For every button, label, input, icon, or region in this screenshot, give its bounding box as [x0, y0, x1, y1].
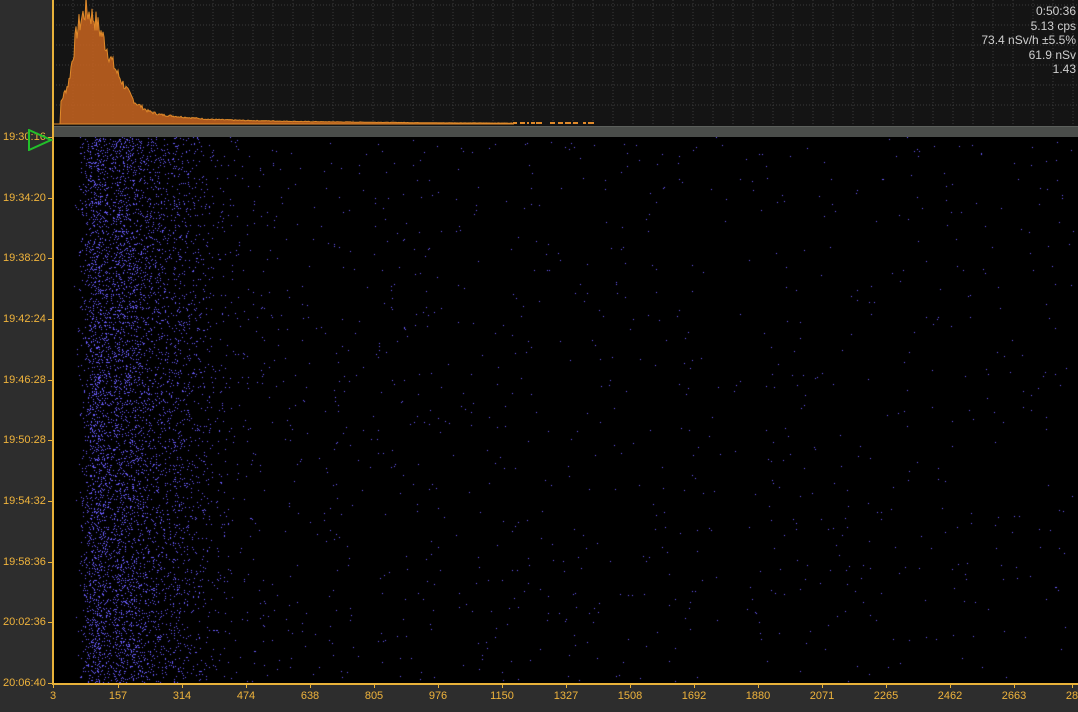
- left-gutter: [0, 0, 53, 712]
- time-label: 19:54:32: [3, 495, 46, 507]
- energy-tick: [566, 684, 567, 688]
- time-label: 20:02:36: [3, 616, 46, 629]
- waterfall-canvas: [53, 137, 1078, 683]
- energy-label: 1508: [617, 690, 643, 702]
- spectrum-bin: [514, 122, 516, 124]
- time-tick: [48, 197, 52, 199]
- time-label: 19:38:20: [3, 252, 46, 265]
- spectrum-bin: [584, 122, 586, 124]
- energy-tick: [502, 684, 503, 688]
- time-tick: [48, 379, 52, 381]
- energy-label: 805: [364, 690, 384, 702]
- ratio-value: 1.43: [1052, 62, 1076, 76]
- energy-label: 2663: [1001, 690, 1027, 702]
- start-marker-icon[interactable]: [27, 129, 53, 151]
- time-axis-line: [52, 0, 54, 684]
- energy-label: 1880: [745, 690, 771, 702]
- spectrum-bin: [520, 122, 522, 124]
- energy-tick: [182, 684, 183, 688]
- energy-label: 157: [108, 690, 128, 702]
- energy-label: 638: [300, 690, 320, 702]
- spectrum-bin: [533, 122, 535, 124]
- energy-label: 2265: [873, 690, 899, 702]
- energy-tick: [822, 684, 823, 688]
- stats-panel: 0:50:36 5.13 cps 73.4 nSv/h ±5.5% 61.9 n…: [981, 4, 1076, 77]
- time-tick: [48, 319, 52, 320]
- energy-label: 28: [1065, 690, 1078, 702]
- energy-tick: [246, 684, 247, 688]
- energy-tick: [1014, 684, 1015, 688]
- spectrum-bin: [536, 122, 538, 124]
- spectrum-bin: [566, 122, 568, 124]
- panel-splitter[interactable]: [53, 126, 1078, 137]
- spectrum-bin: [574, 122, 576, 124]
- energy-tick: [758, 684, 759, 688]
- energy-tick: [118, 684, 119, 688]
- time-tick: [48, 258, 52, 260]
- time-label: 19:58:36: [3, 555, 46, 568]
- spectrum-bin: [531, 122, 533, 124]
- energy-tick: [694, 684, 695, 688]
- energy-tick: [886, 684, 887, 688]
- time-label: 20:06:40: [3, 677, 46, 689]
- time-tick: [48, 622, 52, 624]
- time-tick: [48, 561, 52, 563]
- spectrum-bin: [576, 122, 578, 124]
- time-tick: [48, 501, 52, 502]
- spectrum-bin: [523, 122, 525, 124]
- time-label: 19:50:28: [3, 434, 46, 447]
- energy-tick: [53, 684, 54, 688]
- energy-label: 1327: [553, 690, 579, 702]
- energy-label: 1150: [490, 690, 514, 702]
- energy-label: 474: [236, 690, 256, 702]
- energy-axis-line: [52, 683, 1078, 685]
- energy-label: 2071: [809, 690, 835, 702]
- energy-tick: [1072, 684, 1073, 688]
- energy-tick: [630, 684, 631, 688]
- accumulated-dose: 61.9 nSv: [1028, 47, 1076, 62]
- energy-label: 3: [49, 690, 57, 702]
- energy-tick: [950, 684, 951, 688]
- spectrum-plot[interactable]: 0:50:36 5.13 cps 73.4 nSv/h ±5.5% 61.9 n…: [53, 0, 1078, 126]
- time-label: 19:42:24: [3, 313, 46, 325]
- time-tick: [48, 440, 52, 442]
- energy-tick: [310, 684, 311, 688]
- energy-label: 314: [172, 690, 192, 702]
- spectrum-bin: [561, 122, 563, 124]
- spectrum-bin: [540, 122, 542, 124]
- dose-rate: 73.4 nSv/h ±5.5%: [981, 33, 1076, 47]
- spectrum-bin: [588, 122, 590, 124]
- spectrum-bin: [590, 122, 592, 124]
- elapsed-time: 0:50:36: [1035, 4, 1076, 18]
- spectrum-bin: [550, 122, 552, 124]
- spectrum-bin: [527, 122, 529, 124]
- waterfall-plot[interactable]: [53, 137, 1078, 683]
- spectrum-bin: [553, 122, 555, 124]
- spectrum-bin: [592, 122, 594, 124]
- energy-label: 1692: [681, 690, 707, 702]
- time-tick: [48, 683, 52, 684]
- time-label: 19:46:28: [3, 373, 46, 386]
- spectrum-bin: [559, 122, 561, 124]
- spectrum-chart: [53, 0, 1078, 126]
- time-label: 19:34:20: [3, 191, 46, 204]
- energy-tick: [438, 684, 439, 688]
- energy-label: 2462: [937, 690, 963, 702]
- spectrum-bin: [569, 122, 571, 124]
- energy-label: 976: [428, 690, 448, 702]
- energy-tick: [374, 684, 375, 688]
- count-rate: 5.13 cps: [1030, 18, 1076, 33]
